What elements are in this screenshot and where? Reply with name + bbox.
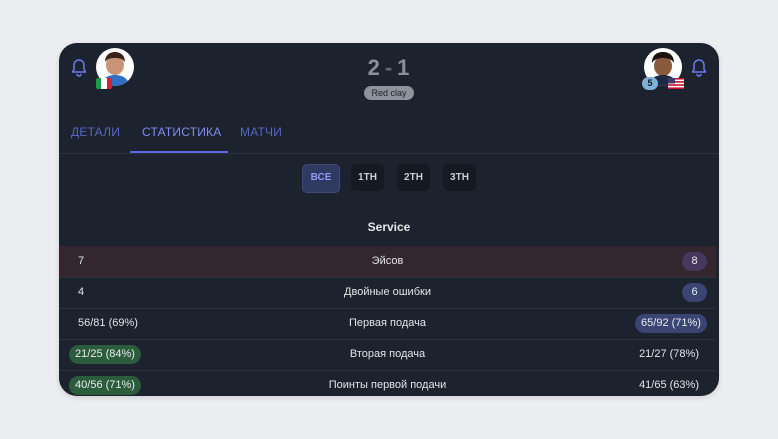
away-value: 21/27 (78%) bbox=[639, 348, 699, 360]
away-score: 1 bbox=[397, 55, 411, 80]
stat-row: 40/56 (71%) Поинты первой подачи 41/65 (… bbox=[59, 370, 716, 396]
stat-row: 4 Двойные ошибки 6 bbox=[59, 277, 716, 309]
away-value: 65/92 (71%) bbox=[635, 314, 707, 333]
bell-icon[interactable] bbox=[690, 58, 708, 78]
stat-row: 21/25 (84%) Вторая подача 21/27 (78%) bbox=[59, 339, 716, 371]
stat-row: 56/81 (69%) Первая подача 65/92 (71%) bbox=[59, 308, 716, 340]
stat-row: 7 Эйсов 8 bbox=[59, 246, 716, 278]
period-1-button[interactable]: 1TH bbox=[351, 164, 384, 191]
surface-badge: Red clay bbox=[364, 86, 414, 100]
period-3-button[interactable]: 3TH bbox=[443, 164, 476, 191]
stat-name: Вторая подача bbox=[349, 348, 426, 360]
away-value: 6 bbox=[682, 283, 707, 302]
section-title: Service bbox=[367, 220, 411, 234]
period-all-button[interactable]: ВСЕ bbox=[302, 164, 340, 193]
period-2-button[interactable]: 2TH bbox=[397, 164, 430, 191]
tab-statistics[interactable]: СТАТИСТИКА bbox=[142, 125, 221, 139]
seed-badge: 5 bbox=[642, 77, 658, 90]
match-score: 2-1 bbox=[59, 55, 719, 81]
stat-name: Эйсов bbox=[371, 255, 404, 267]
away-value: 8 bbox=[682, 252, 707, 271]
stat-name: Двойные ошибки bbox=[344, 286, 431, 298]
usa-flag-icon bbox=[668, 78, 684, 89]
match-card: 2-1 Red clay 5 ДЕТАЛИ СТАТИСТИКА МАТЧИ В… bbox=[59, 43, 719, 396]
stat-name: Поинты первой подачи bbox=[328, 379, 447, 391]
stat-name: Первая подача bbox=[349, 317, 426, 329]
tab-bar: ДЕТАЛИ СТАТИСТИКА МАТЧИ bbox=[59, 113, 719, 154]
home-score: 2 bbox=[367, 55, 381, 80]
away-value: 41/65 (63%) bbox=[639, 379, 699, 391]
tab-details[interactable]: ДЕТАЛИ bbox=[71, 125, 120, 139]
score-separator: - bbox=[384, 55, 394, 80]
active-tab-indicator bbox=[130, 151, 228, 153]
tab-matches[interactable]: МАТЧИ bbox=[240, 125, 282, 139]
away-player-avatar[interactable]: 5 bbox=[642, 48, 684, 90]
